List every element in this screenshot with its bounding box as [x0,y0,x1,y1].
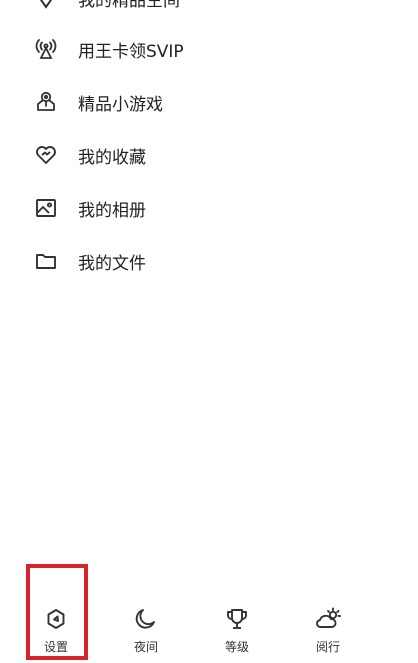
level-button[interactable]: 等级 [207,605,267,663]
menu-item-svip[interactable]: 用王卡领SVIP [32,29,392,69]
reading-button[interactable]: 阅行 [298,605,358,663]
night-mode-label: 夜间 [133,640,158,654]
menu-item-label: 我的相册 [78,200,146,221]
menu-item-space[interactable]: 我的精品空间 [32,0,392,18]
menu-item-label: 我的收藏 [78,147,146,168]
trophy-icon [223,605,251,633]
menu-item-album[interactable]: 我的相册 [32,188,392,228]
heart-icon [32,141,60,169]
gamepad-pin-icon [32,88,60,116]
menu-item-files[interactable]: 我的文件 [32,241,392,281]
menu-item-label: 精品小游戏 [78,94,163,115]
level-label: 等级 [224,640,249,654]
weather-cloud-sun-icon [314,605,342,633]
signal-tower-icon [32,35,60,63]
night-mode-button[interactable]: 夜间 [116,605,176,663]
menu-item-label: 用王卡领SVIP [78,41,184,62]
reading-label: 阅行 [315,640,340,654]
menu-item-favorites[interactable]: 我的收藏 [32,135,392,175]
menu-item-label: 我的文件 [78,253,146,274]
menu-item-label: 我的精品空间 [78,0,180,11]
menu-item-games[interactable]: 精品小游戏 [32,82,392,122]
folder-icon [32,247,60,275]
location-pin-icon [32,0,60,12]
moon-icon [132,605,160,633]
photo-album-icon [32,194,60,222]
settings-highlight-box [26,564,88,660]
